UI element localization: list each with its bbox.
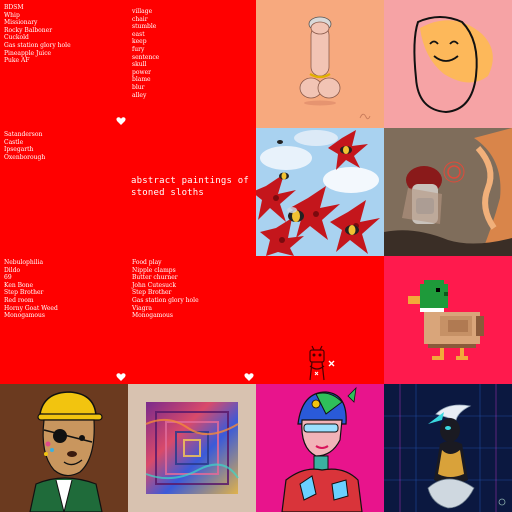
list-item: 69 [4,274,12,282]
smiley-face-image [384,0,512,128]
list-item: Food play [132,259,162,266]
flowers-bees-tile[interactable] [256,128,384,256]
list-item: chair [132,15,148,23]
list-item: Dildo [4,266,21,274]
list-item: Red room [4,296,34,304]
list-item: Nipple clamps [132,266,176,274]
pixel-duck-tile[interactable] [384,256,512,384]
word-list-right: village chair stumble east keep fury sen… [132,8,159,99]
list-item: sentence [132,53,160,61]
list-item: blame [132,76,151,84]
list-item: Satanderson [4,131,43,138]
list-item: power [132,68,152,76]
list-item: Butter churner [132,274,178,282]
list-item: Step Brother [4,289,44,297]
figure-painting-image [384,128,512,256]
list-item: fury [132,45,145,53]
list-item: Gas station glory hole [132,296,199,304]
flowers-bees-image [256,128,384,256]
painting-tile[interactable] [384,128,512,256]
list-item: John Cutesuck [132,281,177,289]
list-item: Puke AF [4,57,30,65]
list-item: village [132,8,153,15]
list-item: Missionary [4,19,38,27]
heart-icon[interactable] [244,372,254,382]
list-item: alley [132,91,147,99]
heart-icon[interactable] [116,116,126,126]
text-caption-tile[interactable]: Satanderson Castle Ipsegarth Oxenborough… [0,128,256,256]
list-item: Viagra [132,304,153,312]
smiley-art-tile[interactable] [384,0,512,128]
abstract-frame-tile[interactable] [128,384,256,512]
caption-line-1: abstract paintings of [131,176,249,186]
futuristic-figure-tile[interactable] [384,384,512,512]
text-list-tile-2[interactable]: Nebulophilia Dildo 69 Ken Bone Step Brot… [0,256,256,384]
list-item: Monogamous [132,312,173,320]
list-item: Rocky Balboner [4,26,53,34]
caption-line-2: stoned sloths [131,188,205,198]
cyborg-tile[interactable] [256,384,384,512]
list-item: Monogamous [4,312,45,320]
cyborg-character-image [256,384,384,512]
list-item: keep [132,38,147,46]
cartoon-art-tile[interactable] [256,0,384,128]
doodle-tile[interactable] [256,256,384,384]
list-item: Ken Bone [4,281,34,289]
nft-grid: BDSM Whip Missionary Rocky Balboner Cuck… [0,0,512,512]
dog-hardhat-tile[interactable] [0,384,128,512]
list-item: Gas station glory hole [4,41,71,49]
abstract-pattern-image [128,384,256,512]
list-item: Castle [4,138,24,146]
word-list-left: BDSM Whip Missionary Rocky Balboner Cuck… [4,4,71,65]
list-item: skull [132,61,147,69]
list-item: Pineapple Juice [4,49,52,57]
list-item: stumble [132,23,157,31]
list-item: Whip [4,11,20,19]
robot-doodle-image [256,256,384,384]
word-list-right-2: Food play Nipple clamps Butter churner J… [132,259,199,320]
pixel-duck-image [384,256,512,384]
heart-icon[interactable] [116,372,126,382]
word-list-left-2: Nebulophilia Dildo 69 Ken Bone Step Brot… [4,259,58,320]
futuristic-figure-image [384,384,512,512]
list-item: blur [132,83,145,91]
list-item: Cuckold [4,34,29,42]
cartoon-character-image [256,0,384,128]
list-item: BDSM [4,4,24,11]
place-list: Satanderson Castle Ipsegarth Oxenborough [4,131,45,161]
text-list-tile-1[interactable]: BDSM Whip Missionary Rocky Balboner Cuck… [0,0,256,128]
list-item: Step Brother [132,289,172,297]
list-item: Oxenborough [4,153,46,161]
list-item: east [132,30,145,38]
list-item: Ipsegarth [4,146,34,154]
dog-hardhat-image [0,384,128,512]
list-item: Horny Goat Weed [4,304,58,312]
list-item: Nebulophilia [4,259,44,266]
